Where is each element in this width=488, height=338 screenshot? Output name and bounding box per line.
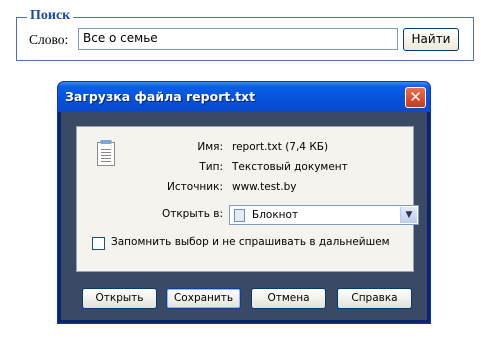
chevron-down-icon[interactable]: ▼ (400, 207, 417, 223)
open-with-label: Открыть в: (161, 208, 223, 220)
open-button[interactable]: Открыть (82, 288, 157, 309)
save-button[interactable]: Сохранить (166, 288, 241, 309)
dialog-title: Загрузка файла report.txt (65, 89, 256, 104)
notepad-app-icon (234, 209, 245, 222)
cancel-button[interactable]: Отмена (251, 288, 326, 309)
help-button[interactable]: Справка (337, 288, 412, 309)
search-fieldset: Поиск Слово: Все о семье Найти (16, 8, 474, 61)
dialog-titlebar[interactable]: Загрузка файла report.txt ✕ (58, 82, 430, 112)
file-type-value: Текстовый документ (232, 161, 348, 173)
search-word-label: Слово: (29, 32, 69, 47)
file-source-label: Источник: (167, 181, 223, 193)
close-icon: ✕ (409, 88, 422, 106)
search-legend: Поиск (27, 8, 74, 24)
remember-choice-checkbox[interactable] (92, 237, 105, 250)
file-info-panel: Имя: report.txt (7,4 КБ) Тип: Текстовый … (76, 126, 419, 272)
file-type-label: Тип: (199, 161, 223, 173)
file-name-label: Имя: (197, 141, 223, 153)
file-download-dialog: Загрузка файла report.txt ✕ Имя: report.… (57, 81, 431, 324)
close-button[interactable]: ✕ (405, 87, 426, 108)
file-name-value: report.txt (7,4 КБ) (232, 141, 329, 153)
notepad-file-icon (97, 140, 115, 166)
find-button[interactable]: Найти (403, 28, 459, 51)
open-with-select[interactable]: Блокнот ▼ (229, 205, 419, 225)
remember-choice-label[interactable]: Запомнить выбор и не спрашивать в дальне… (111, 236, 390, 248)
file-source-value: www.test.by (232, 181, 297, 193)
search-input[interactable]: Все о семье (78, 28, 398, 50)
open-with-value: Блокнот (252, 209, 299, 221)
